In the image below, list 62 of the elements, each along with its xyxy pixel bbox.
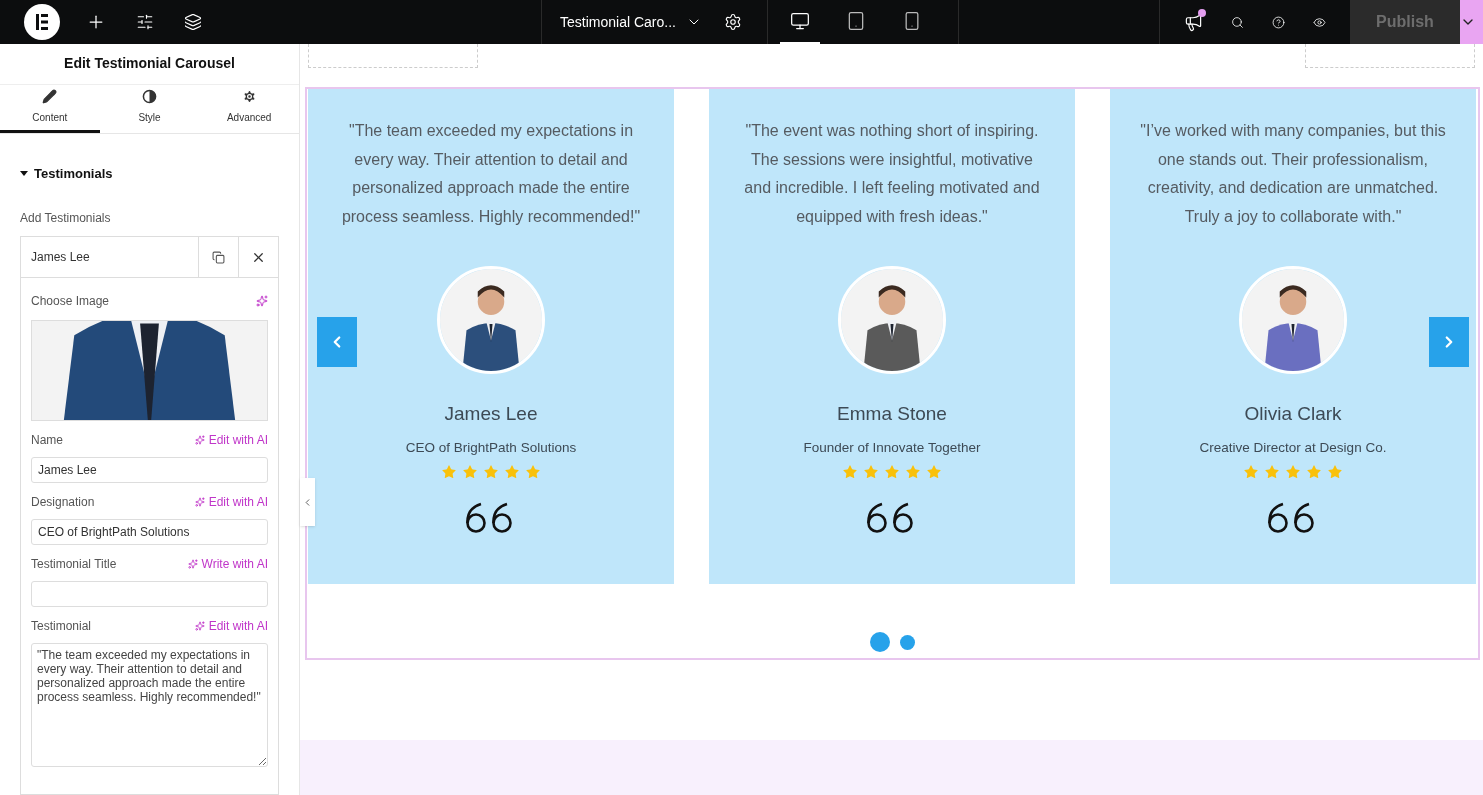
- star-icon: [441, 463, 457, 480]
- star-icon: [1264, 463, 1280, 480]
- contrast-icon: [142, 89, 157, 104]
- panel-title: Edit Testimonial Carousel: [0, 44, 299, 85]
- collapse-panel-handle[interactable]: [300, 478, 315, 526]
- logo-icon[interactable]: [24, 4, 60, 40]
- person-name: Olivia Clark: [1244, 401, 1342, 426]
- star-icon: [926, 463, 942, 480]
- field-label: Testimonial Title: [31, 556, 117, 573]
- input-field[interactable]: James Lee: [31, 457, 268, 483]
- star-icon: [1285, 463, 1301, 480]
- testimonial-quote: "The event was nothing short of inspiring. The sessions were insightful, motivative and incredible. I left feeling motivated and equipped with fresh ideas.": [743, 121, 1041, 228]
- person-designation: Creative Director at Design Co.: [1199, 439, 1387, 458]
- star-icon: [1306, 463, 1322, 480]
- testimonial-quote: "I’ve worked with many companies, but this one stands out. Their professionalism, creativity, and dedication are unmatched. Truly a joy to collaborate with.": [1139, 121, 1447, 228]
- star-icon: [884, 463, 900, 480]
- sparkle-icon[interactable]: [194, 621, 205, 631]
- sparkle-icon[interactable]: [194, 435, 205, 445]
- star-icon: [905, 463, 921, 480]
- star-icon: [863, 463, 879, 480]
- copy-icon: [212, 250, 225, 264]
- person-designation: CEO of BrightPath Solutions: [405, 439, 577, 458]
- ai-action-link[interactable]: Edit with AI: [208, 493, 268, 511]
- field-label: Testimonial: [31, 618, 92, 635]
- person-designation: Founder of Innovate Together: [803, 439, 981, 458]
- layers-icon[interactable]: [184, 13, 202, 31]
- sparkle-icon[interactable]: [194, 497, 205, 507]
- person-name: James Lee: [444, 401, 538, 426]
- sparkle-icon[interactable]: [187, 559, 198, 569]
- input-field[interactable]: [31, 581, 268, 607]
- field-label: Add Testimonials: [20, 210, 112, 227]
- star-icon: [842, 463, 858, 480]
- star-icon: [483, 463, 499, 480]
- person-name: Emma Stone: [837, 401, 947, 426]
- testimonial-quote: "The team exceeded my expectations in every way. Their attention to detail and personalized approach made the entire process seamless. Highly recommended!": [340, 121, 642, 228]
- star-icon: [504, 463, 520, 480]
- star-icon: [462, 463, 478, 480]
- textarea-field[interactable]: "The team exceeded my expectations in every way. Their attention to detail and personalized approach made the entire process seamless. Highly recommended!": [31, 643, 268, 767]
- section-header[interactable]: Testimonials: [20, 163, 113, 183]
- field-label: Designation: [31, 494, 95, 511]
- gear-icon: [241, 89, 257, 104]
- pencil-icon: [42, 89, 58, 104]
- field-label: Name: [31, 432, 63, 449]
- panel-tab[interactable]: Advanced: [199, 84, 299, 133]
- tablet-icon: [846, 11, 866, 31]
- ai-action-link[interactable]: Edit with AI: [208, 617, 268, 635]
- panel-tab[interactable]: Content: [0, 84, 100, 133]
- star-icon: [1327, 463, 1343, 480]
- publish-options-button[interactable]: [1460, 0, 1483, 44]
- star-icon: [1243, 463, 1259, 480]
- sliders-icon[interactable]: [136, 13, 154, 31]
- sparkle-icon[interactable]: [256, 295, 268, 307]
- repeater-item-title[interactable]: James Lee: [21, 237, 198, 277]
- panel-tab[interactable]: Style: [99, 84, 200, 133]
- ai-action-link[interactable]: Write with AI: [201, 555, 268, 573]
- ai-action-link[interactable]: Edit with AI: [208, 431, 268, 449]
- document-title-dropdown[interactable]: Testimonial Caro...: [560, 11, 702, 33]
- field-label: Choose Image: [31, 293, 110, 310]
- input-field[interactable]: CEO of BrightPath Solutions: [31, 519, 268, 545]
- star-icon: [525, 463, 541, 480]
- settings-icon[interactable]: [723, 13, 742, 31]
- desktop-icon: [790, 11, 810, 31]
